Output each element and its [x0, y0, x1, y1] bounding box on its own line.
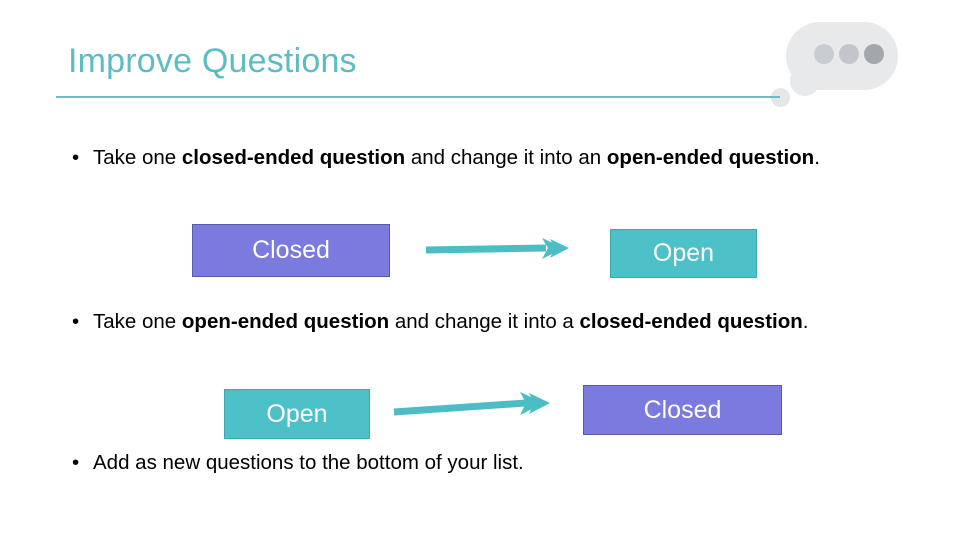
diagram-box-closed-row1: Closed [192, 224, 390, 277]
diagram-box-open-row1: Open [610, 229, 757, 278]
diagram-box-label: Closed [643, 395, 722, 424]
speech-bubble-body [786, 22, 898, 90]
speech-bubble-small-dot [771, 88, 790, 107]
page-title: Improve Questions [68, 42, 357, 80]
title-divider [56, 96, 780, 98]
bullet-2-seg-1: open-ended question [181, 310, 390, 333]
diagram-box-label: Open [652, 239, 715, 267]
diagram-box-label: Closed [252, 236, 330, 264]
bubble-dot-2 [839, 44, 859, 64]
speech-bubble-icon [786, 22, 898, 96]
speech-bubble-dots [814, 44, 884, 64]
bullet-text-1: Take one closed-ended question and chang… [72, 145, 882, 170]
bullet-marker: • [72, 146, 80, 169]
bullet-2-seg-2: and change it into a [389, 310, 580, 333]
bullet-2-seg-0: Take one [93, 310, 182, 333]
bullet-1-seg-1: closed-ended question [181, 146, 406, 169]
bullet-text-3: Add as new questions to the bottom of yo… [72, 450, 852, 475]
bullet-2-seg-3: closed-ended question [579, 310, 803, 333]
bullet-1-seg-2: and change it into an [405, 146, 607, 169]
speech-bubble-tail [790, 66, 820, 96]
diagram-box-label: Open [266, 399, 328, 428]
right-arrow-icon-row1 [425, 238, 569, 259]
bubble-dot-3 [864, 44, 884, 64]
bullet-item-2: • Take one open-ended question and chang… [72, 309, 892, 334]
bullet-item-1: • Take one closed-ended question and cha… [72, 145, 882, 170]
bullet-marker: • [72, 451, 80, 474]
bubble-dot-1 [814, 44, 834, 64]
diagram-box-open-row2: Open [224, 389, 370, 439]
bullet-item-3: • Add as new questions to the bottom of … [72, 450, 852, 475]
bullet-text-2: Take one open-ended question and change … [72, 309, 892, 334]
bullet-1-seg-3: open-ended question [606, 146, 815, 169]
right-arrow-icon-row2 [393, 392, 550, 416]
bullet-2-seg-4: . [802, 310, 809, 333]
bullet-1-seg-4: . [814, 146, 820, 169]
bullet-marker: • [72, 310, 80, 333]
diagram-box-closed-row2: Closed [583, 385, 782, 435]
bullet-1-seg-0: Take one [93, 146, 182, 169]
slide-improve-questions: Improve Questions • Take one closed-ende… [0, 0, 960, 540]
bullet-3-seg-0: Add as new questions to the bottom of yo… [93, 451, 524, 474]
